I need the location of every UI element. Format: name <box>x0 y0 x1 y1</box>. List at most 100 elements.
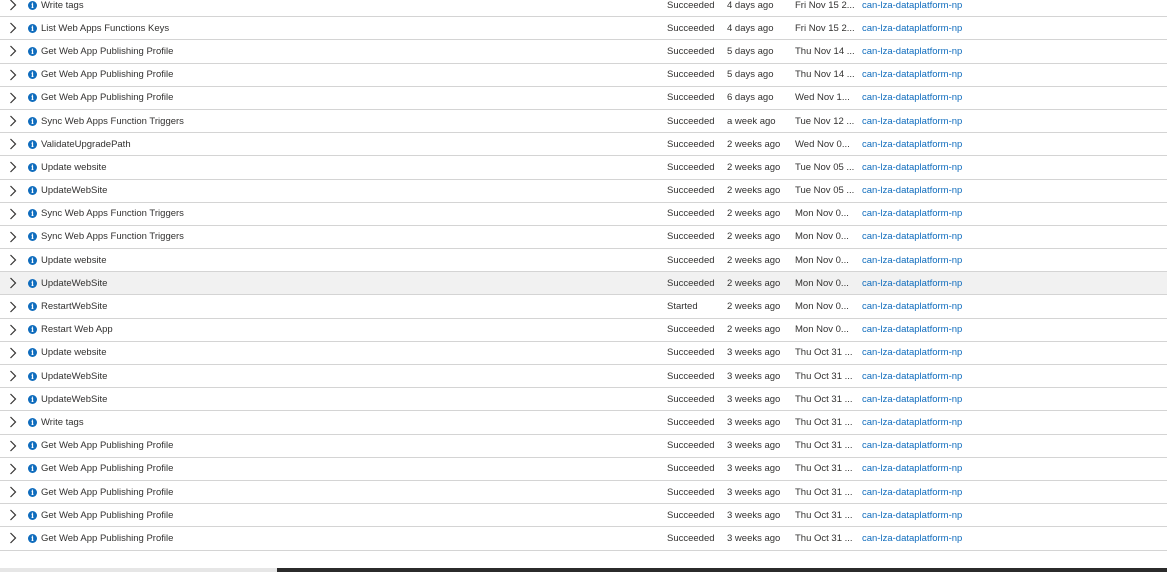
chevron-right-icon[interactable] <box>9 458 21 480</box>
subscription-link[interactable]: can-lza-dataplatform-np <box>862 272 1162 294</box>
time-ago: 3 weeks ago <box>727 463 781 475</box>
table-row[interactable]: i UpdateWebSite Succeeded 2 weeks ago Mo… <box>0 272 1167 296</box>
table-row[interactable]: i Get Web App Publishing Profile Succeed… <box>0 504 1167 528</box>
subscription-link[interactable]: can-lza-dataplatform-np <box>862 17 1162 39</box>
subscription-link[interactable]: can-lza-dataplatform-np <box>862 203 1162 225</box>
operation-name: Get Web App Publishing Profile <box>41 509 174 521</box>
activity-log-list: i Write tags Succeeded 4 days ago Fri No… <box>0 0 1167 551</box>
status-text: Succeeded <box>667 22 715 34</box>
table-row[interactable]: i List Web Apps Functions Keys Succeeded… <box>0 17 1167 41</box>
table-row[interactable]: i Get Web App Publishing Profile Succeed… <box>0 87 1167 110</box>
table-row[interactable]: i Update website Succeeded 2 weeks ago M… <box>0 249 1167 273</box>
chevron-right-icon[interactable] <box>9 411 21 433</box>
chevron-right-icon[interactable] <box>9 504 21 526</box>
subscription-link[interactable]: can-lza-dataplatform-np <box>862 64 1162 86</box>
table-row[interactable]: i Update website Succeeded 3 weeks ago T… <box>0 342 1167 365</box>
operation-name: List Web Apps Functions Keys <box>41 22 170 34</box>
table-row[interactable]: i Write tags Succeeded 4 days ago Fri No… <box>0 0 1167 18</box>
table-row[interactable]: i RestartWebSite Started 2 weeks ago Mon… <box>0 295 1167 319</box>
chevron-right-icon[interactable] <box>9 527 21 549</box>
chevron-right-icon[interactable] <box>9 435 21 457</box>
subscription-link[interactable]: can-lza-dataplatform-np <box>862 319 1162 341</box>
event-timestamp: Thu Oct 31 ... <box>795 393 853 405</box>
table-row[interactable]: i Restart Web App Succeeded 2 weeks ago … <box>0 319 1167 342</box>
operation-name: Get Web App Publishing Profile <box>41 69 174 81</box>
subscription-link[interactable]: can-lza-dataplatform-np <box>862 87 1162 109</box>
time-ago: 3 weeks ago <box>727 416 781 428</box>
chevron-right-icon[interactable] <box>9 133 21 155</box>
subscription-link[interactable]: can-lza-dataplatform-np <box>862 0 1162 16</box>
chevron-right-icon[interactable] <box>9 319 21 341</box>
table-row[interactable]: i Get Web App Publishing Profile Succeed… <box>0 458 1167 481</box>
status-text: Succeeded <box>667 532 715 544</box>
event-timestamp: Mon Nov 0... <box>795 254 849 266</box>
table-row[interactable]: i Sync Web Apps Function Triggers Succee… <box>0 226 1167 250</box>
info-icon: i <box>28 17 38 39</box>
status-text: Succeeded <box>667 486 715 498</box>
table-row[interactable]: i Get Web App Publishing Profile Succeed… <box>0 527 1167 551</box>
table-row[interactable]: i Get Web App Publishing Profile Succeed… <box>0 64 1167 87</box>
event-timestamp: Fri Nov 15 2... <box>795 22 855 34</box>
horizontal-scroll-track[interactable] <box>0 568 277 572</box>
subscription-link[interactable]: can-lza-dataplatform-np <box>862 249 1162 271</box>
subscription-link[interactable]: can-lza-dataplatform-np <box>862 180 1162 202</box>
chevron-right-icon[interactable] <box>9 342 21 364</box>
subscription-link[interactable]: can-lza-dataplatform-np <box>862 40 1162 62</box>
horizontal-scrollbar-thumb[interactable] <box>277 568 1167 572</box>
subscription-link[interactable]: can-lza-dataplatform-np <box>862 527 1162 549</box>
subscription-link[interactable]: can-lza-dataplatform-np <box>862 481 1162 503</box>
table-row[interactable]: i UpdateWebSite Succeeded 3 weeks ago Th… <box>0 388 1167 412</box>
table-row[interactable]: i Update website Succeeded 2 weeks ago T… <box>0 156 1167 180</box>
chevron-right-icon[interactable] <box>9 40 21 62</box>
subscription-link[interactable]: can-lza-dataplatform-np <box>862 342 1162 364</box>
chevron-right-icon[interactable] <box>9 110 21 132</box>
table-row[interactable]: i Write tags Succeeded 3 weeks ago Thu O… <box>0 411 1167 435</box>
operation-name: UpdateWebSite <box>41 185 108 197</box>
operation-name: UpdateWebSite <box>41 370 108 382</box>
info-icon: i <box>28 504 38 526</box>
operation-name: RestartWebSite <box>41 301 108 313</box>
chevron-right-icon[interactable] <box>9 17 21 39</box>
chevron-right-icon[interactable] <box>9 226 21 248</box>
subscription-link[interactable]: can-lza-dataplatform-np <box>862 411 1162 433</box>
time-ago: 2 weeks ago <box>727 161 781 173</box>
chevron-right-icon[interactable] <box>9 203 21 225</box>
subscription-link[interactable]: can-lza-dataplatform-np <box>862 365 1162 387</box>
info-icon: i <box>28 295 38 317</box>
subscription-link[interactable]: can-lza-dataplatform-np <box>862 504 1162 526</box>
chevron-right-icon[interactable] <box>9 481 21 503</box>
subscription-link[interactable]: can-lza-dataplatform-np <box>862 295 1162 317</box>
subscription-link[interactable]: can-lza-dataplatform-np <box>862 110 1162 132</box>
table-row[interactable]: i UpdateWebSite Succeeded 2 weeks ago Tu… <box>0 180 1167 203</box>
chevron-right-icon[interactable] <box>9 0 21 16</box>
event-timestamp: Thu Nov 14 ... <box>795 69 855 81</box>
chevron-right-icon[interactable] <box>9 272 21 294</box>
table-row[interactable]: i Get Web App Publishing Profile Succeed… <box>0 435 1167 458</box>
subscription-link[interactable]: can-lza-dataplatform-np <box>862 388 1162 410</box>
table-row[interactable]: i Sync Web Apps Function Triggers Succee… <box>0 110 1167 134</box>
info-icon: i <box>28 411 38 433</box>
subscription-link[interactable]: can-lza-dataplatform-np <box>862 133 1162 155</box>
time-ago: 3 weeks ago <box>727 393 781 405</box>
time-ago: 6 days ago <box>727 92 774 104</box>
table-row[interactable]: i Get Web App Publishing Profile Succeed… <box>0 481 1167 505</box>
operation-name: Update website <box>41 254 107 266</box>
table-row[interactable]: i ValidateUpgradePath Succeeded 2 weeks … <box>0 133 1167 157</box>
event-timestamp: Mon Nov 0... <box>795 231 849 243</box>
subscription-link[interactable]: can-lza-dataplatform-np <box>862 156 1162 178</box>
chevron-right-icon[interactable] <box>9 64 21 86</box>
chevron-right-icon[interactable] <box>9 156 21 178</box>
time-ago: 3 weeks ago <box>727 440 781 452</box>
chevron-right-icon[interactable] <box>9 180 21 202</box>
subscription-link[interactable]: can-lza-dataplatform-np <box>862 458 1162 480</box>
table-row[interactable]: i Sync Web Apps Function Triggers Succee… <box>0 203 1167 226</box>
subscription-link[interactable]: can-lza-dataplatform-np <box>862 435 1162 457</box>
chevron-right-icon[interactable] <box>9 388 21 410</box>
chevron-right-icon[interactable] <box>9 365 21 387</box>
subscription-link[interactable]: can-lza-dataplatform-np <box>862 226 1162 248</box>
chevron-right-icon[interactable] <box>9 249 21 271</box>
table-row[interactable]: i UpdateWebSite Succeeded 3 weeks ago Th… <box>0 365 1167 389</box>
chevron-right-icon[interactable] <box>9 87 21 109</box>
chevron-right-icon[interactable] <box>9 295 21 317</box>
table-row[interactable]: i Get Web App Publishing Profile Succeed… <box>0 40 1167 64</box>
